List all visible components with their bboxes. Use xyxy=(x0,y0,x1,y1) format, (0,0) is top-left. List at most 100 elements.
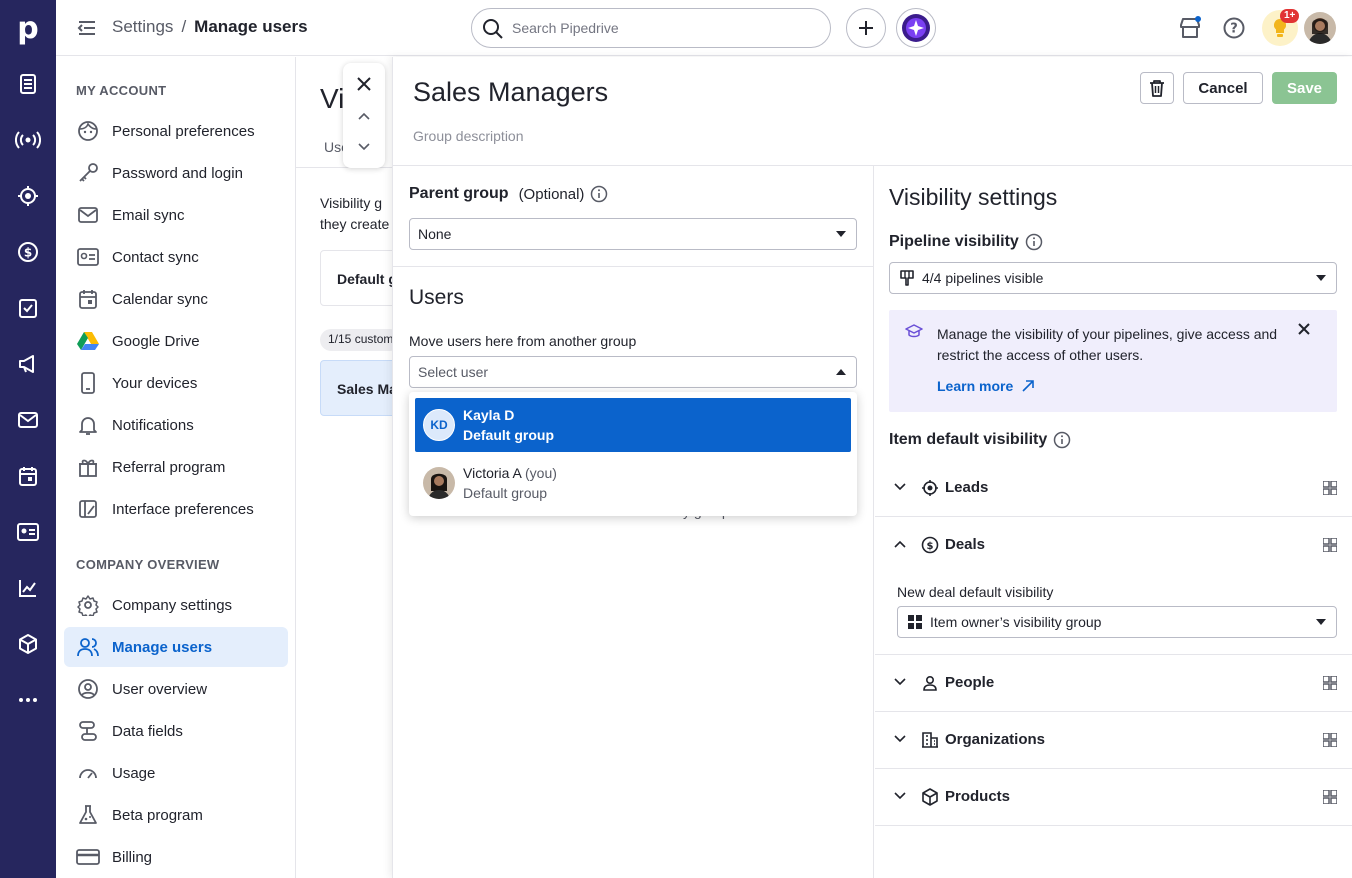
rail-products-icon[interactable] xyxy=(12,628,44,660)
sidebar-item-your-devices[interactable]: Your devices xyxy=(64,363,288,403)
section-people[interactable]: People xyxy=(875,655,1352,712)
section-products[interactable]: Products xyxy=(875,769,1352,826)
delete-button[interactable] xyxy=(1140,72,1174,104)
graduation-cap-icon xyxy=(905,324,923,340)
sidebar-item-company-settings[interactable]: Company settings xyxy=(64,585,288,625)
dropdown-option-kayla[interactable]: KD Kayla D Default group xyxy=(415,398,851,452)
sidebar-item-beta-program[interactable]: Beta program xyxy=(64,795,288,835)
smiley-icon xyxy=(76,119,100,143)
sidebar-item-notifications[interactable]: Notifications xyxy=(64,405,288,445)
search-input[interactable]: Search Pipedrive xyxy=(471,8,831,48)
move-users-label: Move users here from another group xyxy=(409,333,637,349)
learn-more-link[interactable]: Learn more xyxy=(937,378,1035,394)
rail-broadcast-icon[interactable] xyxy=(12,124,44,156)
cancel-button[interactable]: Cancel xyxy=(1183,72,1263,104)
external-link-icon xyxy=(1021,379,1035,393)
new-deal-visibility-select[interactable]: Item owner’s visibility group xyxy=(897,606,1337,638)
pipedrive-logo[interactable]: p xyxy=(0,0,56,56)
dropdown-option-victoria[interactable]: Victoria A (you) Default group xyxy=(415,456,851,510)
grid-icon[interactable] xyxy=(1323,538,1337,552)
chevron-up-icon xyxy=(893,539,907,549)
group-title[interactable]: Sales Managers xyxy=(413,77,608,108)
background-default-group-card[interactable]: Default g xyxy=(320,250,396,306)
sidebar-item-data-fields[interactable]: Data fields xyxy=(64,711,288,751)
pipeline-visibility-label: Pipeline visibility xyxy=(889,233,1043,251)
grid-icon[interactable] xyxy=(1323,676,1337,690)
sidebar-item-calendar-sync[interactable]: Calendar sync xyxy=(64,279,288,319)
sidebar-item-usage[interactable]: Usage xyxy=(64,753,288,793)
close-icon[interactable] xyxy=(352,72,376,96)
marketplace-icon[interactable] xyxy=(1176,14,1204,42)
chevron-down-icon[interactable] xyxy=(352,135,376,159)
background-sales-managers-card[interactable]: Sales Ma xyxy=(320,360,396,416)
sidebar-item-password-login[interactable]: Password and login xyxy=(64,153,288,193)
company-overview-heading: COMPANY OVERVIEW xyxy=(76,557,220,572)
breadcrumb-settings[interactable]: Settings xyxy=(112,17,173,37)
pipeline-icon xyxy=(900,270,914,286)
quick-add-button[interactable] xyxy=(846,8,886,48)
sidebar-item-billing[interactable]: Billing xyxy=(64,837,288,877)
target-icon xyxy=(921,479,939,497)
rail-deals-icon[interactable]: $ xyxy=(12,236,44,268)
sidebar-item-label: Company settings xyxy=(112,596,233,614)
info-icon[interactable] xyxy=(1025,233,1043,251)
close-icon[interactable] xyxy=(1297,322,1311,336)
rail-target-icon[interactable] xyxy=(12,180,44,212)
collapse-menu-icon[interactable] xyxy=(76,17,98,39)
grid-icon[interactable] xyxy=(1323,790,1337,804)
chevron-down-icon xyxy=(893,734,907,744)
rail-activities-icon[interactable] xyxy=(12,292,44,324)
pipeline-visibility-select[interactable]: 4/4 pipelines visible xyxy=(889,262,1337,294)
save-button[interactable]: Save xyxy=(1272,72,1337,104)
data-fields-icon xyxy=(76,719,100,743)
rail-contacts-icon[interactable] xyxy=(12,516,44,548)
grid-icon[interactable] xyxy=(1323,733,1337,747)
sidebar-item-referral-program[interactable]: Referral program xyxy=(64,447,288,487)
calendar-icon xyxy=(76,287,100,311)
sidebar-item-email-sync[interactable]: Email sync xyxy=(64,195,288,235)
section-organizations[interactable]: Organizations xyxy=(875,712,1352,769)
sidebar-item-label: Interface preferences xyxy=(112,500,254,518)
select-user-input[interactable]: Select user xyxy=(409,356,857,388)
group-description-field[interactable]: Group description xyxy=(413,128,524,144)
background-description: Visibility g they create xyxy=(320,195,390,232)
rail-insights-icon[interactable] xyxy=(12,572,44,604)
section-deals[interactable]: $ Deals New deal default visibility Item… xyxy=(875,517,1352,655)
sidebar-item-user-overview[interactable]: User overview xyxy=(64,669,288,709)
rail-mail-icon[interactable] xyxy=(12,404,44,436)
sidebar-item-label: Notifications xyxy=(112,416,194,434)
avatar: KD xyxy=(423,409,455,441)
help-icon[interactable]: ? xyxy=(1220,14,1248,42)
avatar xyxy=(423,467,455,499)
sidebar-item-personal-preferences[interactable]: Personal preferences xyxy=(64,111,288,151)
background-tab-divider xyxy=(296,167,396,168)
rail-leads-inbox-icon[interactable] xyxy=(12,68,44,100)
sidebar-item-contact-sync[interactable]: Contact sync xyxy=(64,237,288,277)
grid-icon[interactable] xyxy=(1323,481,1337,495)
nav-rail: p $ xyxy=(0,0,56,878)
chevron-down-icon xyxy=(893,482,907,492)
section-leads[interactable]: Leads xyxy=(875,460,1352,517)
rail-campaigns-icon[interactable] xyxy=(12,348,44,380)
dollar-icon: $ xyxy=(921,536,939,554)
info-icon[interactable] xyxy=(1053,431,1071,449)
option-name: Kayla D xyxy=(463,407,515,423)
sidebar-item-label: Billing xyxy=(112,848,153,866)
parent-group-select[interactable]: None xyxy=(409,218,857,250)
sidebar-item-label: Data fields xyxy=(112,722,183,740)
rail-more-icon[interactable] xyxy=(12,684,44,716)
sidebar-item-manage-users[interactable]: Manage users xyxy=(64,627,288,667)
search-placeholder: Search Pipedrive xyxy=(512,20,619,36)
chevron-up-icon[interactable] xyxy=(352,104,376,128)
panel-nav-controls xyxy=(343,63,385,168)
ai-assistant-button[interactable] xyxy=(896,8,936,48)
user-avatar[interactable] xyxy=(1304,12,1336,44)
info-icon[interactable] xyxy=(590,185,608,203)
caret-down-icon xyxy=(1316,619,1326,625)
notification-badge: 1+ xyxy=(1280,9,1300,23)
item-default-visibility-label: Item default visibility xyxy=(889,431,1071,449)
sidebar-item-google-drive[interactable]: Google Drive xyxy=(64,321,288,361)
sidebar-item-label: Manage users xyxy=(112,638,213,656)
sidebar-item-interface-preferences[interactable]: Interface preferences xyxy=(64,489,288,529)
rail-calendar-icon[interactable] xyxy=(12,460,44,492)
